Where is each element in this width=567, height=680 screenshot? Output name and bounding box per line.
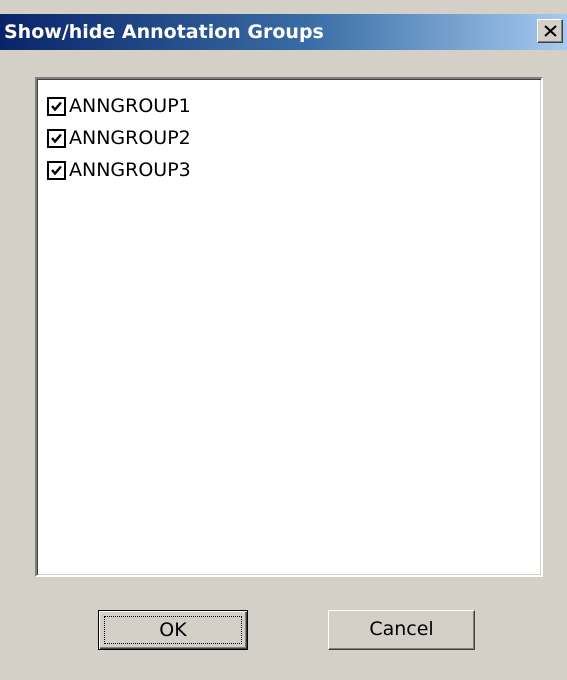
list-item-label: ANNGROUP1 — [69, 95, 191, 117]
checkmark-icon — [51, 133, 62, 143]
dialog-title: Show/hide Annotation Groups — [4, 21, 324, 43]
group-items: ANNGROUP1 ANNGROUP2 ANNGROUP3 — [47, 90, 191, 186]
anngroup2-checkbox[interactable] — [47, 128, 66, 148]
cancel-button[interactable]: Cancel — [328, 610, 475, 650]
anngroup3-checkbox[interactable] — [47, 160, 66, 180]
list-item-label: ANNGROUP3 — [69, 159, 191, 181]
annotation-group-list[interactable]: ANNGROUP1 ANNGROUP2 ANNGROUP3 — [35, 77, 543, 577]
close-button[interactable] — [537, 19, 563, 43]
close-icon — [544, 25, 557, 37]
list-item-anngroup1[interactable]: ANNGROUP1 — [47, 90, 191, 122]
title-bar[interactable]: Show/hide Annotation Groups — [0, 14, 567, 50]
annotation-groups-dialog: Show/hide Annotation Groups ANNGROUP1 AN… — [0, 0, 567, 680]
list-item-anngroup3[interactable]: ANNGROUP3 — [47, 154, 191, 186]
ok-button-label: OK — [104, 616, 242, 644]
list-item-anngroup2[interactable]: ANNGROUP2 — [47, 122, 191, 154]
ok-button[interactable]: OK — [98, 610, 248, 650]
checkmark-icon — [51, 165, 62, 175]
anngroup1-checkbox[interactable] — [47, 96, 66, 116]
list-item-label: ANNGROUP2 — [69, 127, 191, 149]
checkmark-icon — [51, 101, 62, 111]
